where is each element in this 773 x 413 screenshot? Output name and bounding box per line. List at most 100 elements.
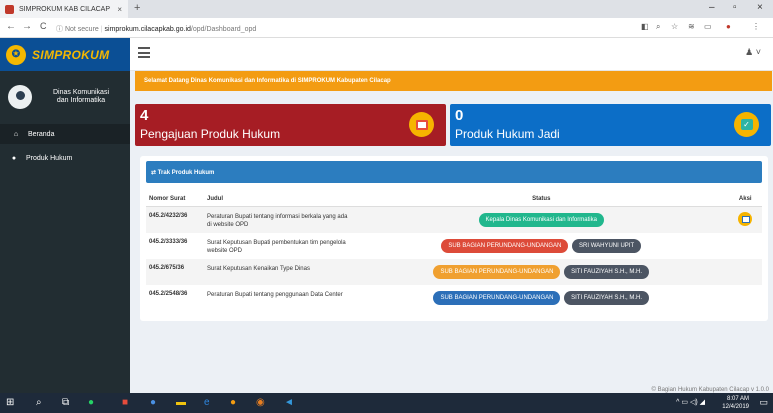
windows-start-icon[interactable]: ⊞: [6, 397, 14, 408]
table-row: 045.2/4232/36 Peraturan Bupati tentang i…: [146, 206, 762, 233]
zoom-icon[interactable]: ⌕: [656, 22, 660, 32]
bookmark-star-icon[interactable]: ☆: [671, 22, 678, 31]
column-header-status: Status: [354, 192, 729, 207]
whatsapp-icon[interactable]: ●: [88, 397, 94, 408]
table-row: 045.2/3333/36 Surat Keputusan Bupati pem…: [146, 233, 762, 259]
column-header-aksi: Aksi: [728, 192, 762, 207]
cell-status: Kepala Dinas Komunikasi dan Informatika: [354, 206, 729, 233]
browser-menu-icon[interactable]: ⋮: [752, 22, 760, 31]
cell-nomor: 045.2/4232/36: [146, 206, 204, 233]
status-badge: SRI WAHYUNI UPIT: [572, 238, 642, 253]
pengajuan-count: 4: [140, 107, 149, 124]
browser-app-icon[interactable]: ●: [150, 397, 156, 408]
user-panel: Dinas Komunikasi dan Informatika: [0, 80, 130, 114]
url-host: simprokum.cilacapkab.go.id: [104, 26, 191, 33]
window-close-icon[interactable]: ×: [757, 2, 763, 13]
top-navbar: ♟ ˅: [130, 38, 773, 71]
column-header-judul: Judul: [204, 192, 354, 207]
maximize-icon[interactable]: ▫: [733, 2, 737, 13]
task-view-icon[interactable]: ⧉: [62, 397, 69, 408]
welcome-banner: Selamat Datang Dinas Komunikasi dan Info…: [135, 71, 772, 91]
user-icon: ●: [11, 154, 17, 162]
translate-icon[interactable]: ◧: [641, 22, 649, 31]
cell-judul: Peraturan Bupati tentang penggunaan Data…: [207, 291, 343, 298]
site-favicon-icon: [5, 4, 14, 14]
clock-date: 12/4/2019: [722, 404, 749, 410]
cell-aksi: [728, 206, 762, 233]
tab-close-icon[interactable]: ×: [117, 5, 122, 14]
cell-aksi: [729, 285, 763, 311]
main-content: Selamat Datang Dinas Komunikasi dan Info…: [130, 71, 773, 393]
browser-tab[interactable]: SIMPROKUM KAB CILACAP ×: [0, 0, 128, 18]
cell-judul: Surat Keputusan Kenaikan Type Dinas: [204, 258, 354, 285]
tab-title: SIMPROKUM KAB CILACAP: [19, 5, 111, 13]
logo-emblem-icon: ✪: [6, 44, 26, 65]
status-badge: SUB BAGIAN PERUNDANG-UNDANGAN: [441, 238, 569, 253]
checked-document-icon: ✓: [734, 112, 759, 137]
logo-area[interactable]: ✪ SIMPROKUM: [0, 38, 130, 71]
sidebar: ✪ SIMPROKUM Dinas Komunikasi dan Informa…: [0, 38, 130, 393]
status-badge: SUB BAGIAN PERUNDANG-UNDANGAN: [433, 290, 561, 305]
produk-jadi-label: Produk Hukum Jadi: [455, 127, 560, 141]
track-table: Nomor Surat Judul Status Aksi 045.2/4232…: [146, 192, 762, 311]
browser-tab-bar: SIMPROKUM KAB CILACAP × + – ▫ ×: [0, 0, 773, 18]
home-icon: ⌂: [13, 130, 19, 138]
clock[interactable]: 8:07 AM 12/4/2019: [722, 395, 749, 411]
url-path: /opd/Dashboard_opd: [190, 26, 257, 33]
cell-judul: Surat Keputusan Bupati pembentukan tim p…: [207, 239, 346, 254]
table-row: 045.2/675/36 Surat Keputusan Kenaikan Ty…: [146, 258, 762, 285]
system-tray[interactable]: ^ ▭ ◁) ◢: [676, 398, 705, 406]
status-badge: SITI FAUZIYAH S.H., M.H.: [564, 290, 650, 305]
pengajuan-label: Pengajuan Produk Hukum: [140, 127, 281, 141]
url-field[interactable]: ⓘ Not secure | simprokum.cilacapkab.go.i…: [56, 24, 256, 34]
cell-aksi: [729, 233, 763, 259]
reload-icon[interactable]: C: [40, 21, 47, 31]
track-panel: ⇄ Trak Produk Hukum Nomor Surat Judul St…: [140, 156, 768, 321]
sidebar-item-produk-hukum[interactable]: ● Produk Hukum: [0, 148, 130, 168]
file-explorer-icon[interactable]: ▬: [176, 397, 186, 408]
cell-aksi: [728, 258, 762, 285]
user-menu-icon[interactable]: ♟ ˅: [745, 47, 761, 58]
produk-jadi-count: 0: [455, 107, 464, 124]
avatar: [8, 85, 32, 109]
app-icon[interactable]: ■: [122, 397, 128, 408]
cell-status: SUB BAGIAN PERUNDANG-UNDANGAN SITI FAUZI…: [354, 258, 729, 285]
taskbar: ⊞ ⌕ ⧉ ● ■ ● ▬ e ● ◉ ◄ ^ ▭ ◁) ◢ 8:07 AM 1…: [0, 393, 773, 413]
cell-nomor: 045.2/675/36: [146, 258, 204, 285]
security-info[interactable]: ⓘ Not secure: [56, 26, 99, 33]
user-name: Dinas Komunikasi dan Informatika: [52, 89, 110, 104]
status-badge: SUB BAGIAN PERUNDANG-UNDANGAN: [433, 264, 561, 279]
cell-status: SUB BAGIAN PERUNDANG-UNDANGAN SRI WAHYUN…: [354, 233, 729, 259]
status-badge: Kepala Dinas Komunikasi dan Informatika: [478, 212, 604, 227]
chrome-icon[interactable]: ◉: [256, 397, 265, 408]
pengajuan-summary-box[interactable]: 4 Pengajuan Produk Hukum: [135, 104, 446, 146]
panel-title: ⇄ Trak Produk Hukum: [146, 161, 762, 183]
forward-icon[interactable]: →: [22, 21, 32, 32]
address-bar: ← → C ⓘ Not secure | simprokum.cilacapka…: [0, 18, 773, 38]
sidebar-item-label: Produk Hukum: [26, 154, 73, 162]
minimize-icon[interactable]: –: [709, 2, 715, 13]
hamburger-menu-icon[interactable]: [138, 47, 150, 58]
telegram-icon[interactable]: ◄: [284, 397, 294, 408]
profile-icon[interactable]: ●: [726, 22, 731, 31]
cell-judul: Peraturan Bupati tentang informasi berka…: [204, 206, 354, 233]
cast-icon[interactable]: ▭: [704, 22, 712, 31]
status-badge: SITI FAUZIYAH S.H., M.H.: [564, 264, 650, 279]
document-icon: [409, 112, 434, 137]
logo-text: SIMPROKUM: [32, 47, 110, 62]
cell-nomor: 045.2/3333/36: [149, 238, 188, 245]
cell-nomor: 045.2/2548/36: [149, 290, 188, 297]
clock-time: 8:07 AM: [726, 396, 749, 402]
back-icon[interactable]: ←: [6, 21, 16, 32]
extension-icon[interactable]: ≋: [688, 22, 695, 31]
detail-action-icon[interactable]: [738, 211, 753, 226]
column-header-nomor: Nomor Surat: [146, 192, 204, 207]
sidebar-item-beranda[interactable]: ⌂ Beranda: [0, 124, 130, 144]
firefox-icon[interactable]: ●: [230, 397, 236, 408]
table-row: 045.2/2548/36 Peraturan Bupati tentang p…: [146, 285, 762, 311]
edge-icon[interactable]: e: [204, 397, 210, 408]
new-tab-icon[interactable]: +: [134, 2, 140, 14]
notification-icon[interactable]: ▭: [759, 397, 768, 408]
produk-jadi-summary-box[interactable]: 0 Produk Hukum Jadi ✓: [450, 104, 771, 146]
search-icon[interactable]: ⌕: [36, 397, 42, 408]
